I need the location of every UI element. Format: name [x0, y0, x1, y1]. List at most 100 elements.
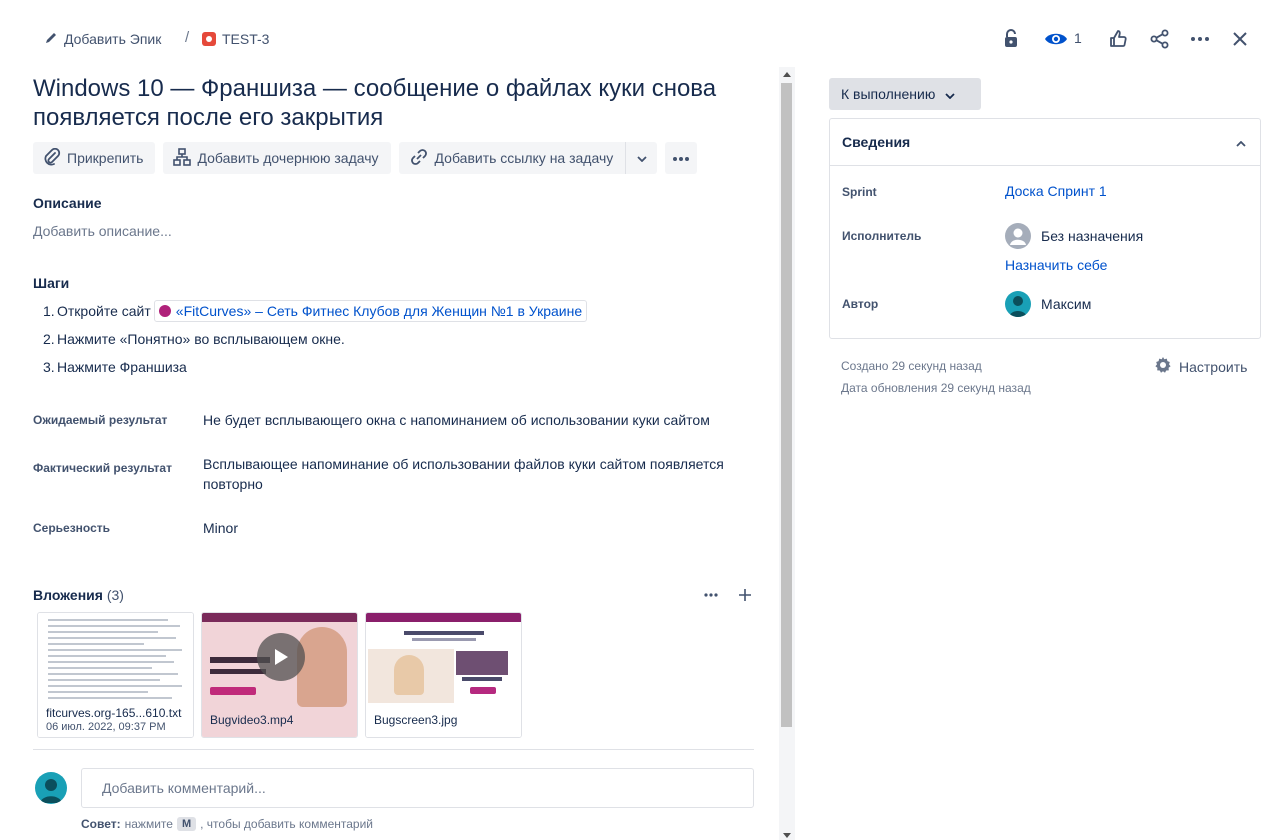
issue-header: Добавить Эпик / TEST-3 1 — [0, 0, 1265, 76]
bug-icon — [202, 32, 216, 46]
attachment-name: fitcurves.org-165...610.txt — [46, 706, 182, 720]
link-issue-dropdown[interactable] — [625, 142, 658, 174]
sprint-label: Sprint — [842, 185, 877, 199]
comments-divider — [33, 749, 754, 750]
attachment-video-card[interactable]: Bugvideo3.mp4 — [201, 612, 358, 738]
attachments-toolbar — [701, 585, 755, 605]
actual-result-label: Фактический результат — [33, 461, 172, 475]
step-number: 3. — [43, 359, 55, 375]
comment-input[interactable]: Добавить комментарий... — [81, 768, 754, 808]
status-label: К выполнению — [841, 86, 936, 102]
share-icon[interactable] — [1147, 26, 1173, 52]
attachment-txt-card[interactable]: fitcurves.org-165...610.txt 06 июл. 2022… — [37, 612, 194, 738]
attachment-image-card[interactable]: Bugscreen3.jpg — [365, 612, 522, 738]
add-epic-label: Добавить Эпик — [64, 31, 162, 47]
attach-label: Прикрепить — [67, 150, 144, 166]
chevron-down-icon — [945, 86, 955, 102]
paperclip-icon — [43, 147, 61, 169]
sprint-link[interactable]: Доска Спринт 1 — [1005, 183, 1107, 199]
attachment-name: Bugvideo3.mp4 — [210, 713, 294, 727]
configure-label: Настроить — [1179, 358, 1248, 375]
configure-button[interactable]: Настроить — [1154, 356, 1247, 377]
description-input[interactable]: Добавить описание... — [33, 223, 172, 239]
severity-value[interactable]: Minor — [203, 518, 743, 538]
attachment-date: 06 июл. 2022, 09:37 PM — [46, 721, 166, 733]
assignee-label: Исполнитель — [842, 229, 922, 243]
actual-result-value[interactable]: Всплывающее напоминание об использовании… — [203, 454, 733, 494]
attachments-label: Вложения (3) — [33, 587, 124, 603]
tip-middle: нажмите — [124, 817, 173, 831]
step-number: 1. — [43, 303, 55, 319]
details-panel: Сведения Sprint Доска Спринт 1 Исполните… — [829, 118, 1261, 339]
scroll-up-icon[interactable] — [783, 72, 791, 77]
step-text: Откройте сайт — [57, 303, 151, 319]
step-text: Нажмите Франшиза — [57, 359, 187, 375]
expected-result-value[interactable]: Не будет всплывающего окна с напоминание… — [203, 410, 743, 430]
steps-list[interactable]: 1. Откройте сайт «FitCurves» – Сеть Фитн… — [43, 297, 588, 381]
assignee-field[interactable]: Без назначения — [1005, 223, 1143, 249]
details-header[interactable]: Сведения — [830, 119, 1260, 166]
watch-count: 1 — [1074, 30, 1082, 46]
step-text: Нажмите «Понятно» во всплывающем окне. — [57, 331, 345, 347]
add-epic-button[interactable]: Добавить Эпик — [44, 29, 161, 49]
add-child-issue-button[interactable]: Добавить дочернюю задачу — [163, 142, 391, 174]
issue-actions: Прикрепить Добавить дочернюю задачу Доба… — [33, 142, 698, 174]
avatar — [1005, 291, 1031, 317]
play-icon — [257, 633, 305, 681]
main-scrollbar[interactable] — [779, 67, 795, 840]
link-issue-button[interactable]: Добавить ссылку на задачу — [398, 142, 626, 174]
expected-result-label: Ожидаемый результат — [33, 413, 168, 427]
eye-icon[interactable] — [1043, 26, 1069, 52]
issue-title[interactable]: Windows 10 — Франшиза — сообщение о файл… — [33, 74, 733, 132]
reporter-value: Максим — [1041, 296, 1092, 312]
pencil-icon — [44, 31, 58, 48]
tip-suffix: , чтобы добавить комментарий — [200, 817, 373, 831]
link-icon — [409, 148, 429, 169]
status-dropdown[interactable]: К выполнению — [829, 78, 981, 110]
created-timestamp: Создано 29 секунд назад — [841, 359, 982, 373]
more-actions-button[interactable] — [665, 142, 698, 174]
steps-label: Шаги — [33, 275, 70, 291]
attach-button[interactable]: Прикрепить — [33, 142, 156, 174]
step-number: 2. — [43, 331, 55, 347]
details-title: Сведения — [842, 134, 911, 150]
reporter-label: Автор — [842, 297, 879, 311]
chevron-up-icon — [1236, 134, 1246, 150]
smart-link-title: «FitCurves» – Сеть Фитнес Клубов для Жен… — [175, 303, 583, 319]
list-item: 2. Нажмите «Понятно» во всплывающем окне… — [43, 325, 587, 353]
list-item: 1. Откройте сайт «FitCurves» – Сеть Фитн… — [43, 297, 588, 325]
reporter-field[interactable]: Максим — [1005, 291, 1091, 317]
scrollbar-thumb[interactable] — [781, 83, 792, 727]
add-attachment-icon[interactable] — [735, 585, 755, 605]
tip-prefix: Совет: — [81, 817, 121, 831]
comment-tip: Совет: нажмите M , чтобы добавить коммен… — [81, 817, 373, 831]
attachments-count: (3) — [106, 587, 124, 603]
hierarchy-icon — [173, 147, 192, 169]
close-icon[interactable] — [1227, 26, 1253, 52]
updated-timestamp: Дата обновления 29 секунд назад — [841, 381, 1031, 395]
breadcrumb-separator: / — [185, 29, 190, 46]
more-icon[interactable] — [1187, 26, 1213, 52]
site-favicon-icon — [158, 305, 171, 317]
issue-key: TEST-3 — [222, 31, 270, 47]
scroll-down-icon[interactable] — [783, 833, 791, 838]
avatar — [35, 772, 67, 804]
lock-icon[interactable] — [998, 26, 1024, 52]
more-icon — [672, 149, 690, 167]
link-issue-split-button: Добавить ссылку на задачу — [398, 142, 658, 174]
gear-icon — [1154, 356, 1172, 377]
attachments-more-icon[interactable] — [701, 585, 721, 605]
attachment-name: Bugscreen3.jpg — [374, 713, 458, 727]
thumbs-up-icon[interactable] — [1105, 26, 1131, 52]
list-item: 3. Нажмите Франшиза — [43, 353, 587, 381]
issue-key-link[interactable]: TEST-3 — [202, 29, 269, 49]
site-smart-link[interactable]: «FitCurves» – Сеть Фитнес Клубов для Жен… — [153, 300, 588, 322]
assignee-value: Без назначения — [1041, 228, 1144, 244]
description-label: Описание — [33, 195, 102, 211]
unassigned-avatar-icon — [1005, 223, 1031, 249]
assign-to-me-link[interactable]: Назначить себе — [1005, 257, 1107, 273]
add-child-label: Добавить дочернюю задачу — [197, 150, 379, 166]
chevron-down-icon — [637, 149, 647, 167]
keyboard-shortcut-key: M — [176, 817, 197, 831]
severity-label: Серьезность — [33, 521, 111, 535]
